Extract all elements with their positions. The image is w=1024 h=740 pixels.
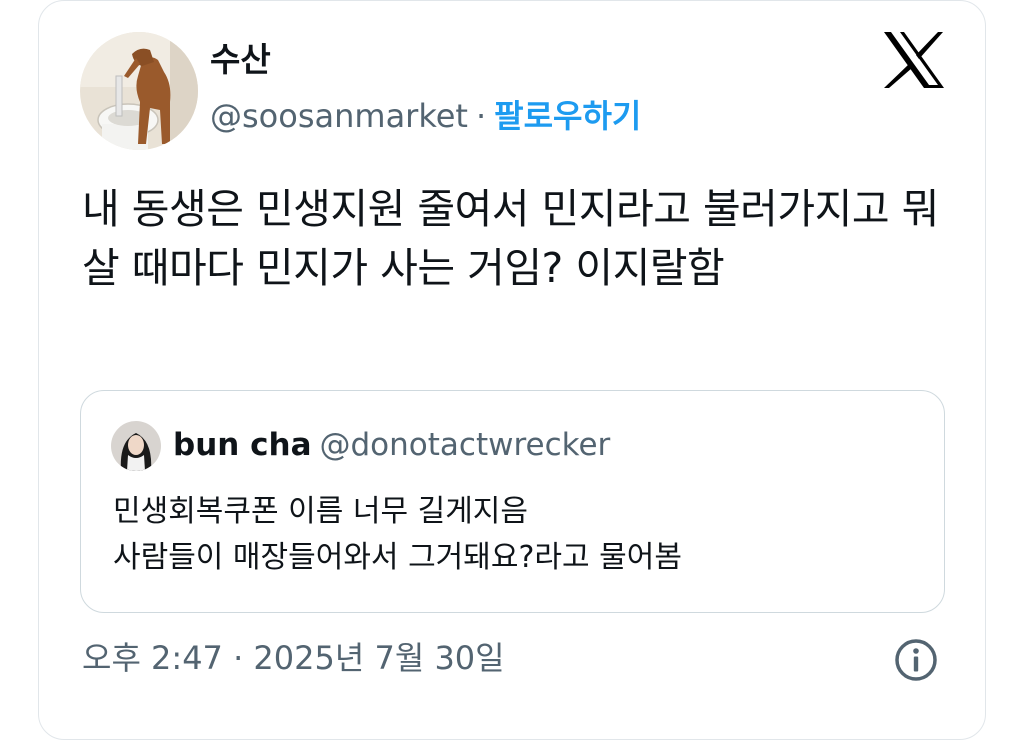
follow-button[interactable]: 팔로우하기 xyxy=(494,97,641,135)
info-icon[interactable] xyxy=(893,637,939,683)
quoted-header: bun cha @donotactwrecker xyxy=(173,425,610,465)
tweet-timestamp[interactable]: 오후 2:47 · 2025년 7월 30일 xyxy=(82,636,505,680)
author-display-name[interactable]: 수산 xyxy=(210,40,271,80)
quoted-display-name[interactable]: bun cha xyxy=(173,427,312,463)
quoted-author-avatar[interactable] xyxy=(111,421,161,471)
author-handle-row: @soosanmarket · 팔로우하기 xyxy=(210,96,641,136)
tweet-body-text: 내 동생은 민생지원 줄여서 민지라고 불러가지고 뭐 살 때마다 민지가 사는… xyxy=(82,185,939,292)
dog-avatar-icon xyxy=(80,32,198,150)
author-handle[interactable]: @soosanmarket xyxy=(210,97,468,135)
x-logo-icon[interactable] xyxy=(882,30,946,90)
quoted-line-2: 사람들이 매장들어와서 그거돼요?라고 물어봄 xyxy=(113,540,682,575)
quoted-body-text: 민생회복쿠폰 이름 너무 길게지음 사람들이 매장들어와서 그거돼요?라고 물어… xyxy=(113,489,913,581)
quoted-line-1: 민생회복쿠폰 이름 너무 길게지음 xyxy=(113,494,529,529)
separator-dot: · xyxy=(475,97,487,135)
author-avatar[interactable] xyxy=(80,32,198,150)
person-avatar-icon xyxy=(111,421,161,471)
quoted-handle[interactable]: @donotactwrecker xyxy=(320,427,611,463)
quoted-tweet-card[interactable]: bun cha @donotactwrecker 민생회복쿠폰 이름 너무 길게지… xyxy=(80,390,945,613)
